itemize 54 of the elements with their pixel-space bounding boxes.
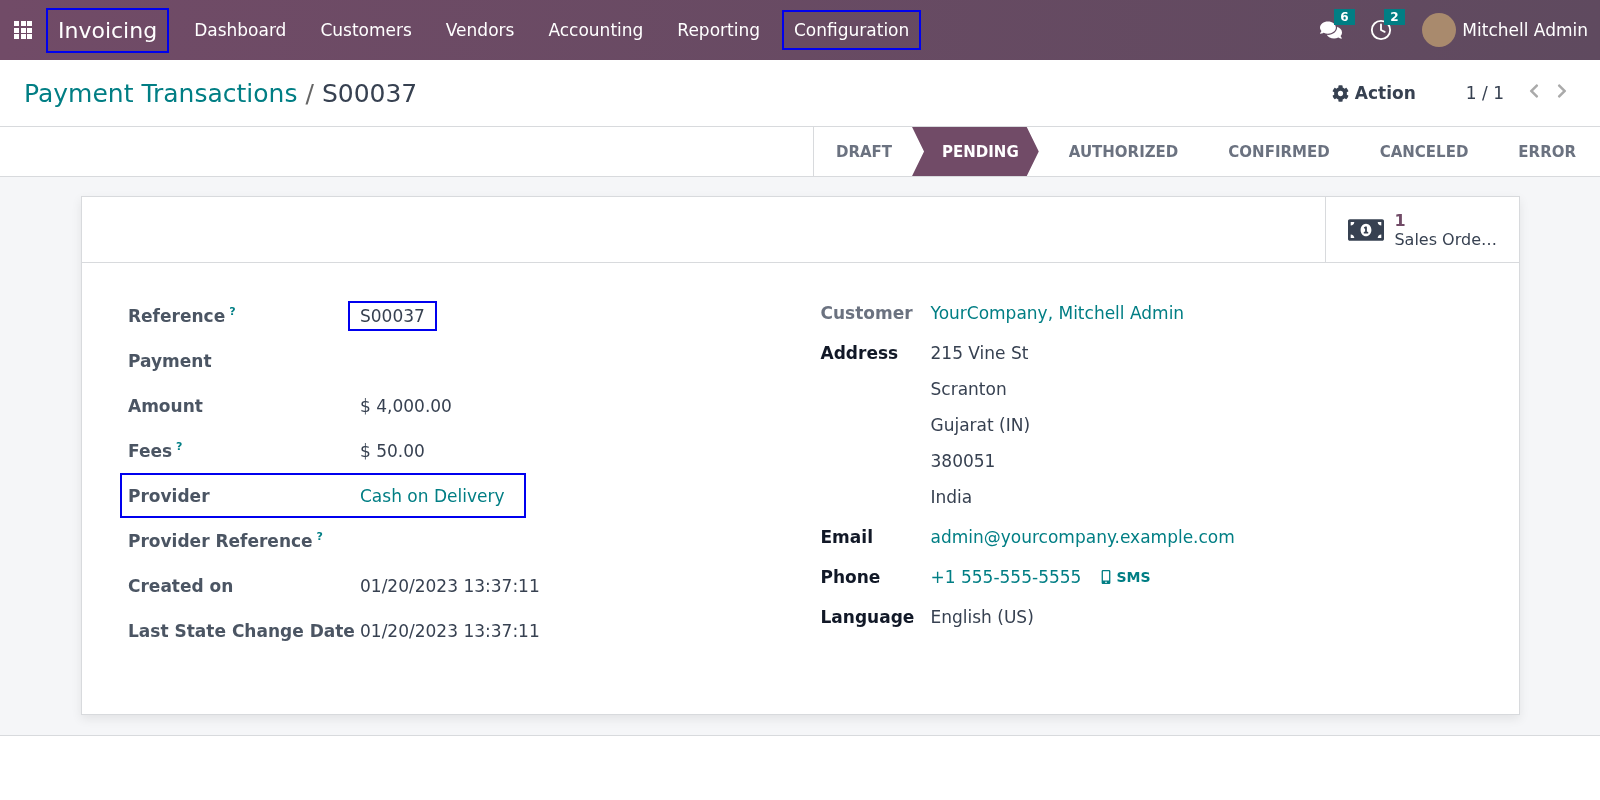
field-link[interactable]: YourCompany, Mitchell Admin bbox=[930, 303, 1473, 323]
activity-count: 2 bbox=[1384, 9, 1405, 25]
menu-item[interactable]: Configuration bbox=[782, 10, 922, 50]
settings-icon bbox=[1331, 84, 1349, 102]
help-tooltip[interactable]: ? bbox=[316, 530, 323, 544]
clock-icon[interactable] bbox=[1370, 19, 1393, 41]
status-step[interactable]: PENDING bbox=[912, 127, 1039, 176]
field-value: 01/20/2023 13:37:11 bbox=[359, 574, 541, 598]
field-value: English (US) bbox=[930, 607, 1035, 627]
chat-icon[interactable] bbox=[1320, 19, 1343, 41]
action-menu-button[interactable]: Action bbox=[1325, 82, 1422, 104]
address-line: Gujarat (IN) bbox=[930, 415, 1032, 435]
field-label: Address bbox=[820, 343, 900, 363]
address-line: Scranton bbox=[930, 379, 1008, 399]
field-label: Created on bbox=[128, 575, 235, 596]
field-label: Amount bbox=[128, 395, 204, 416]
menu-item[interactable]: Dashboard bbox=[182, 10, 299, 50]
message-count: 6 bbox=[1334, 9, 1355, 25]
help-tooltip[interactable]: ? bbox=[229, 305, 236, 319]
field-value: $ 50.00 bbox=[359, 439, 426, 463]
apps-grid-icon[interactable] bbox=[14, 21, 32, 39]
provider-link[interactable]: Cash on Delivery bbox=[358, 483, 507, 508]
field-label: Customer bbox=[820, 303, 914, 323]
pager-value: 1 / 1 bbox=[1465, 83, 1504, 103]
breadcrumb-separator: / bbox=[305, 78, 314, 108]
menu-item[interactable]: Reporting bbox=[665, 10, 772, 50]
breadcrumb-link[interactable]: Payment Transactions bbox=[24, 78, 298, 108]
field-label: Language bbox=[820, 607, 916, 627]
app-name[interactable]: Invoicing bbox=[46, 7, 170, 53]
field-link[interactable]: admin@yourcompany.example.com bbox=[930, 527, 1473, 547]
field-value: S00037 bbox=[359, 304, 426, 328]
field-label: Email bbox=[820, 527, 874, 547]
sales-orders-button[interactable]: 1 Sales Orde… bbox=[1325, 197, 1519, 262]
field-label: Payment bbox=[128, 350, 213, 371]
address-line: India bbox=[930, 487, 974, 507]
user-name[interactable]: Mitchell Admin bbox=[1462, 20, 1588, 40]
address-line: 380051 bbox=[930, 451, 997, 471]
field-label: Provider bbox=[128, 485, 211, 506]
field-value: 01/20/2023 13:37:11 bbox=[359, 619, 541, 643]
sms-link[interactable]: SMS bbox=[1099, 569, 1151, 585]
field-label: Fees $^{?}$ bbox=[128, 440, 184, 461]
user-avatar[interactable] bbox=[1422, 13, 1457, 47]
address-line: 215 Vine St bbox=[930, 343, 1030, 363]
field-label: Phone bbox=[820, 567, 882, 587]
phone-link[interactable]: +1 555-555-5555 bbox=[930, 567, 1082, 587]
field-label: Last State Change Date bbox=[128, 620, 356, 641]
help-tooltip[interactable]: ? bbox=[176, 440, 183, 454]
menu-item[interactable]: Accounting bbox=[536, 10, 656, 50]
field-value: $ 4,000.00 bbox=[359, 394, 453, 418]
menu-item[interactable]: Vendors bbox=[433, 10, 527, 50]
field-label: Provider Reference $^{?}$ bbox=[128, 530, 324, 551]
field-label: Reference $^{?}$ bbox=[128, 305, 237, 326]
menu-item[interactable]: Customers bbox=[308, 10, 424, 50]
record-title: S00037 bbox=[321, 78, 418, 108]
